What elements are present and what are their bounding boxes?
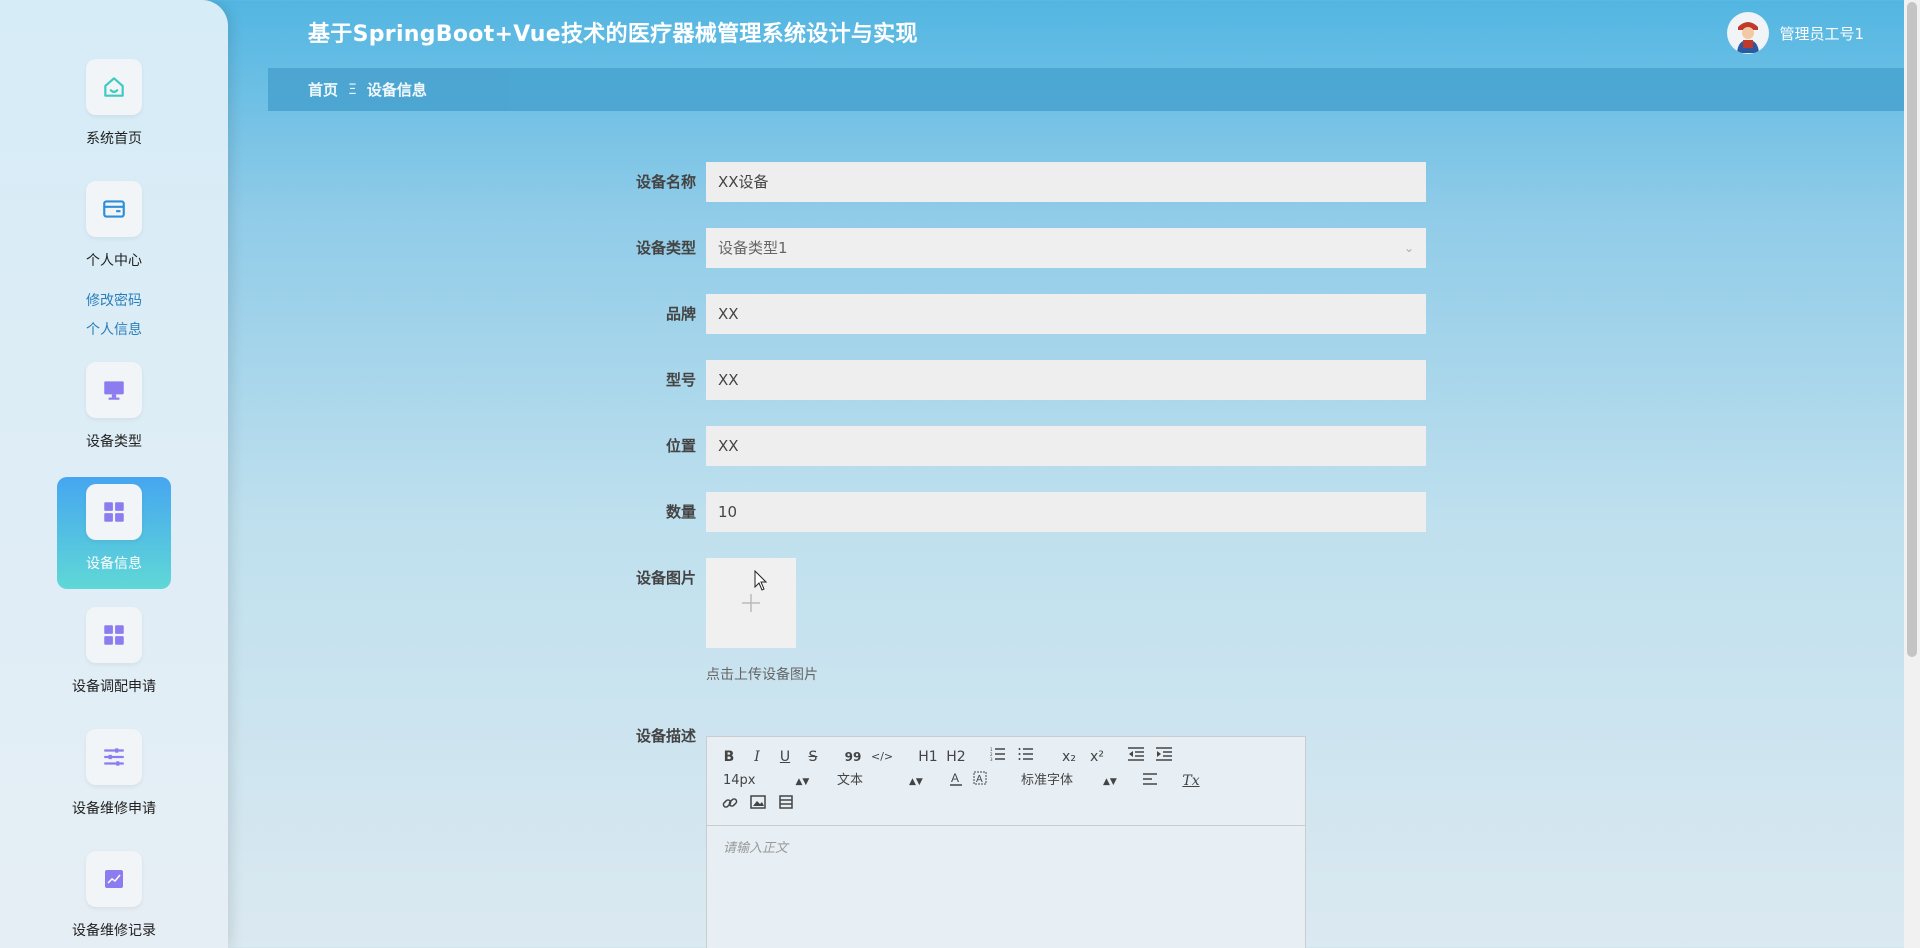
video-icon[interactable] xyxy=(777,795,795,815)
svg-text:A: A xyxy=(976,774,983,785)
select-arrows-icon: ▲▼ xyxy=(1103,777,1117,787)
grid-icon xyxy=(86,484,142,540)
font-family-value: 标准字体 xyxy=(1021,773,1074,788)
sidebar-item-repair-records[interactable]: 设备维修记录 xyxy=(57,842,171,948)
font-family-select[interactable]: 标准字体 ▲▼ xyxy=(1021,771,1131,791)
sidebar-sub-personal-info[interactable]: 个人信息 xyxy=(0,319,228,339)
home-icon xyxy=(86,59,142,115)
editor-toolbar: B I U S 99 </> H1 H2 123 x₂ x² 14px ▲▼ 文本… xyxy=(707,737,1305,826)
app-title: 基于SpringBoot+Vue技术的医疗器械管理系统设计与实现 xyxy=(308,22,918,47)
sidebar-item-label: 设备调配申请 xyxy=(72,679,156,695)
sidebar: 系统首页 个人中心 修改密码 个人信息 设备类型 设备信息 设备调配申请 设备维… xyxy=(0,0,228,948)
sidebar-item-label: 设备维修申请 xyxy=(72,801,156,817)
name-label: 设备名称 xyxy=(635,173,696,191)
font-size-select[interactable]: 14px ▲▼ xyxy=(723,771,813,791)
background-color-icon[interactable]: A xyxy=(971,771,989,791)
description-label: 设备描述 xyxy=(635,727,696,745)
avatar[interactable] xyxy=(1727,12,1770,54)
sidebar-item-label: 设备类型 xyxy=(86,434,142,450)
editor-placeholder[interactable]: 请输入正文 xyxy=(723,837,788,856)
location-label: 位置 xyxy=(665,437,696,455)
sidebar-item-label: 个人中心 xyxy=(86,253,142,269)
sidebar-sub-change-password[interactable]: 修改密码 xyxy=(0,290,228,310)
monitor-icon xyxy=(86,362,142,418)
superscript-button[interactable]: x² xyxy=(1087,747,1107,767)
select-arrows-icon: ▲▼ xyxy=(795,777,810,787)
h1-button[interactable]: H1 xyxy=(917,747,939,767)
bullet-list-icon[interactable] xyxy=(1017,747,1035,767)
sidebar-item-repair-request[interactable]: 设备维修申请 xyxy=(57,720,171,832)
sliders-icon xyxy=(86,729,142,785)
breadcrumb-current: 设备信息 xyxy=(366,81,427,99)
link-icon[interactable] xyxy=(721,795,739,815)
select-arrows-icon: ▲▼ xyxy=(909,777,923,787)
h2-button[interactable]: H2 xyxy=(945,747,967,767)
upload-hint: 点击上传设备图片 xyxy=(706,667,818,683)
bold-button[interactable]: B xyxy=(721,747,737,767)
outdent-icon[interactable] xyxy=(1127,747,1145,767)
code-button[interactable]: </> xyxy=(871,747,893,767)
sidebar-item-device-type[interactable]: 设备类型 xyxy=(57,353,171,465)
sidebar-item-label: 设备信息 xyxy=(86,556,142,572)
page-scrollbar[interactable] xyxy=(1904,0,1920,948)
chevron-down-icon: ⌄ xyxy=(1403,241,1414,255)
wallet-icon xyxy=(86,181,142,237)
sidebar-item-home[interactable]: 系统首页 xyxy=(57,50,171,162)
align-icon[interactable] xyxy=(1141,771,1159,791)
model-input[interactable] xyxy=(706,360,1426,400)
font-color-icon[interactable]: A xyxy=(947,771,965,791)
blockquote-button[interactable]: 99 xyxy=(843,747,863,767)
breadcrumb: 首页 Ξ 设备信息 xyxy=(268,68,1904,111)
device-type-select[interactable]: 设备类型1 ⌄ xyxy=(706,228,1426,268)
strike-button[interactable]: S xyxy=(805,747,821,767)
subscript-button[interactable]: x₂ xyxy=(1059,747,1079,767)
quantity-input[interactable] xyxy=(706,492,1426,532)
plus-icon xyxy=(742,594,760,612)
svg-text:A: A xyxy=(951,771,959,785)
quantity-label: 数量 xyxy=(665,503,696,521)
scrollbar-thumb[interactable] xyxy=(1907,2,1917,657)
type-label: 设备类型 xyxy=(635,239,696,257)
italic-button[interactable]: I xyxy=(749,747,765,767)
brand-input[interactable] xyxy=(706,294,1426,334)
device-type-value: 设备类型1 xyxy=(718,239,788,257)
sidebar-item-label: 系统首页 xyxy=(86,131,142,147)
image-icon[interactable] xyxy=(749,795,767,815)
clean-format-button[interactable]: Tx xyxy=(1181,771,1201,791)
image-upload-button[interactable] xyxy=(706,558,796,648)
image-label: 设备图片 xyxy=(635,569,696,587)
heading-select[interactable]: 文本 ▲▼ xyxy=(837,771,937,791)
mouse-cursor-icon xyxy=(754,570,768,591)
user-name[interactable]: 管理员工号1 xyxy=(1779,23,1864,44)
device-name-input[interactable] xyxy=(706,162,1426,202)
chart-icon xyxy=(86,851,142,907)
heading-value: 文本 xyxy=(837,773,864,788)
sidebar-item-device-info[interactable]: 设备信息 xyxy=(57,477,171,589)
breadcrumb-home[interactable]: 首页 xyxy=(308,79,338,100)
font-size-value: 14px xyxy=(723,773,756,788)
ordered-list-icon[interactable]: 123 xyxy=(989,747,1007,767)
sidebar-item-profile[interactable]: 个人中心 xyxy=(57,172,171,284)
underline-button[interactable]: U xyxy=(777,747,793,767)
brand-label: 品牌 xyxy=(665,305,696,323)
grid-icon xyxy=(86,607,142,663)
location-input[interactable] xyxy=(706,426,1426,466)
svg-text:3: 3 xyxy=(990,757,993,761)
model-label: 型号 xyxy=(665,371,696,389)
indent-icon[interactable] xyxy=(1155,747,1173,767)
user-menu[interactable]: 管理员工号1 xyxy=(1727,12,1864,54)
sidebar-item-label: 设备维修记录 xyxy=(72,923,156,939)
breadcrumb-separator-icon: Ξ xyxy=(348,81,357,98)
sidebar-item-allocation-request[interactable]: 设备调配申请 xyxy=(57,598,171,710)
rich-text-editor: B I U S 99 </> H1 H2 123 x₂ x² 14px ▲▼ 文本… xyxy=(706,736,1306,948)
